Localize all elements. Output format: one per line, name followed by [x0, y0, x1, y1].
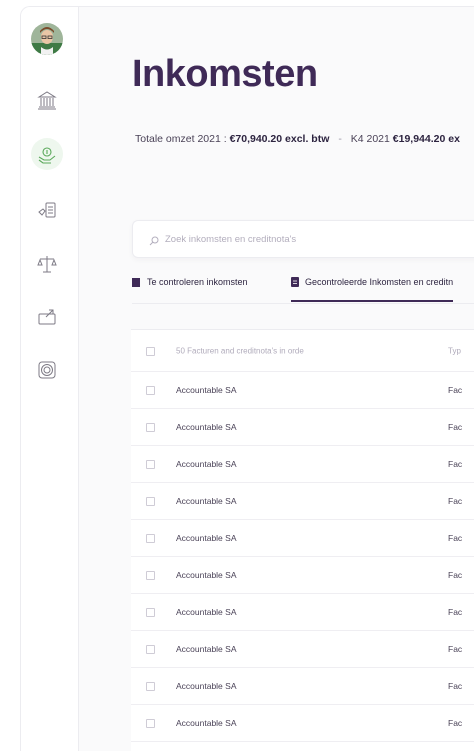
row-type: Fac: [448, 496, 463, 506]
row-client-name: Accountable SA: [176, 681, 237, 691]
main-content: Inkomsten Totale omzet 2021 : €70,940.20…: [79, 7, 474, 751]
row-checkbox[interactable]: [146, 719, 155, 728]
tab-divider: [132, 303, 474, 304]
table-row[interactable]: Accountable SA Fac: [131, 668, 474, 705]
tab-to-review[interactable]: Te controleren inkomsten: [132, 263, 248, 301]
table-row[interactable]: Accountable SA Fac: [131, 483, 474, 520]
row-checkbox[interactable]: [146, 460, 155, 469]
page-title: Inkomsten: [132, 53, 318, 95]
row-client-name: Accountable SA: [176, 718, 237, 728]
table-row[interactable]: Accountable SA Fac: [131, 446, 474, 483]
row-type: Fac: [448, 459, 463, 469]
tab-bar: Te controleren inkomsten Gecontroleerde …: [132, 263, 474, 303]
summary-quarter-value: €19,944.20 ex: [392, 133, 460, 145]
row-client-name: Accountable SA: [176, 533, 237, 543]
row-client-name: Accountable SA: [176, 459, 237, 469]
row-type: Fac: [448, 422, 463, 432]
row-type: Fac: [448, 533, 463, 543]
bank-icon[interactable]: [34, 87, 60, 113]
income-icon[interactable]: [31, 138, 63, 170]
avatar-image: [31, 23, 63, 55]
row-checkbox[interactable]: [146, 682, 155, 691]
avatar[interactable]: [31, 23, 63, 55]
select-all-checkbox[interactable]: [146, 346, 155, 356]
table-row[interactable]: Accountable SA Fac: [131, 631, 474, 668]
sidebar: [21, 7, 79, 751]
row-type: Fac: [448, 681, 463, 691]
row-client-name: Accountable SA: [176, 607, 237, 617]
row-client-name: Accountable SA: [176, 644, 237, 654]
row-checkbox[interactable]: [146, 608, 155, 617]
table-row[interactable]: Accountable SA Fac: [131, 409, 474, 446]
table-row[interactable]: Accountable SA Fac: [131, 557, 474, 594]
table-row[interactable]: Accountable SA Fac: [131, 372, 474, 409]
row-checkbox[interactable]: [146, 423, 155, 432]
invoice-table: 50 Facturen and creditnota's in orde Typ…: [131, 329, 474, 751]
tab-label: Gecontroleerde Inkomsten en creditn: [305, 276, 454, 287]
tab-label: Te controleren inkomsten: [147, 277, 248, 287]
tab-reviewed[interactable]: Gecontroleerde Inkomsten en creditn: [291, 263, 454, 302]
row-type: Fac: [448, 385, 463, 395]
row-checkbox[interactable]: [146, 386, 155, 395]
summary-separator: -: [338, 133, 342, 145]
header-type[interactable]: Typ: [448, 346, 461, 355]
row-checkbox[interactable]: [146, 571, 155, 580]
app-window: Inkomsten Totale omzet 2021 : €70,940.20…: [20, 6, 474, 751]
row-client-name: Accountable SA: [176, 496, 237, 506]
row-client-name: Accountable SA: [176, 422, 237, 432]
header-name: 50 Facturen and creditnota's in orde: [176, 346, 304, 355]
table-row[interactable]: Accountable SA Fac: [131, 705, 474, 742]
table-header: 50 Facturen and creditnota's in orde Typ: [131, 330, 474, 372]
row-type: Fac: [448, 607, 463, 617]
revenue-summary: Totale omzet 2021 : €70,940.20 excl. btw…: [135, 133, 460, 145]
summary-total: €70,940.20 excl. btw: [229, 133, 330, 145]
search-bar[interactable]: [132, 220, 474, 258]
row-type: Fac: [448, 718, 463, 728]
row-type: Fac: [448, 570, 463, 580]
table-row[interactable]: Accountable SA Fac: [131, 520, 474, 557]
table-row[interactable]: Accountable SA Fac: [131, 594, 474, 631]
balance-icon[interactable]: [34, 251, 60, 277]
expenses-icon[interactable]: [34, 197, 60, 223]
search-icon: [149, 233, 159, 251]
search-input[interactable]: [163, 221, 474, 257]
row-client-name: Accountable SA: [176, 385, 237, 395]
summary-prefix: Totale omzet 2021 :: [135, 133, 227, 145]
export-icon[interactable]: [34, 303, 60, 329]
row-client-name: Accountable SA: [176, 570, 237, 580]
to-review-icon: [132, 277, 140, 287]
document-icon: [291, 276, 299, 287]
support-icon[interactable]: [34, 357, 60, 383]
row-checkbox[interactable]: [146, 534, 155, 543]
row-checkbox[interactable]: [146, 497, 155, 506]
row-checkbox[interactable]: [146, 645, 155, 654]
row-type: Fac: [448, 644, 463, 654]
summary-quarter-label: K4 2021: [350, 133, 390, 145]
